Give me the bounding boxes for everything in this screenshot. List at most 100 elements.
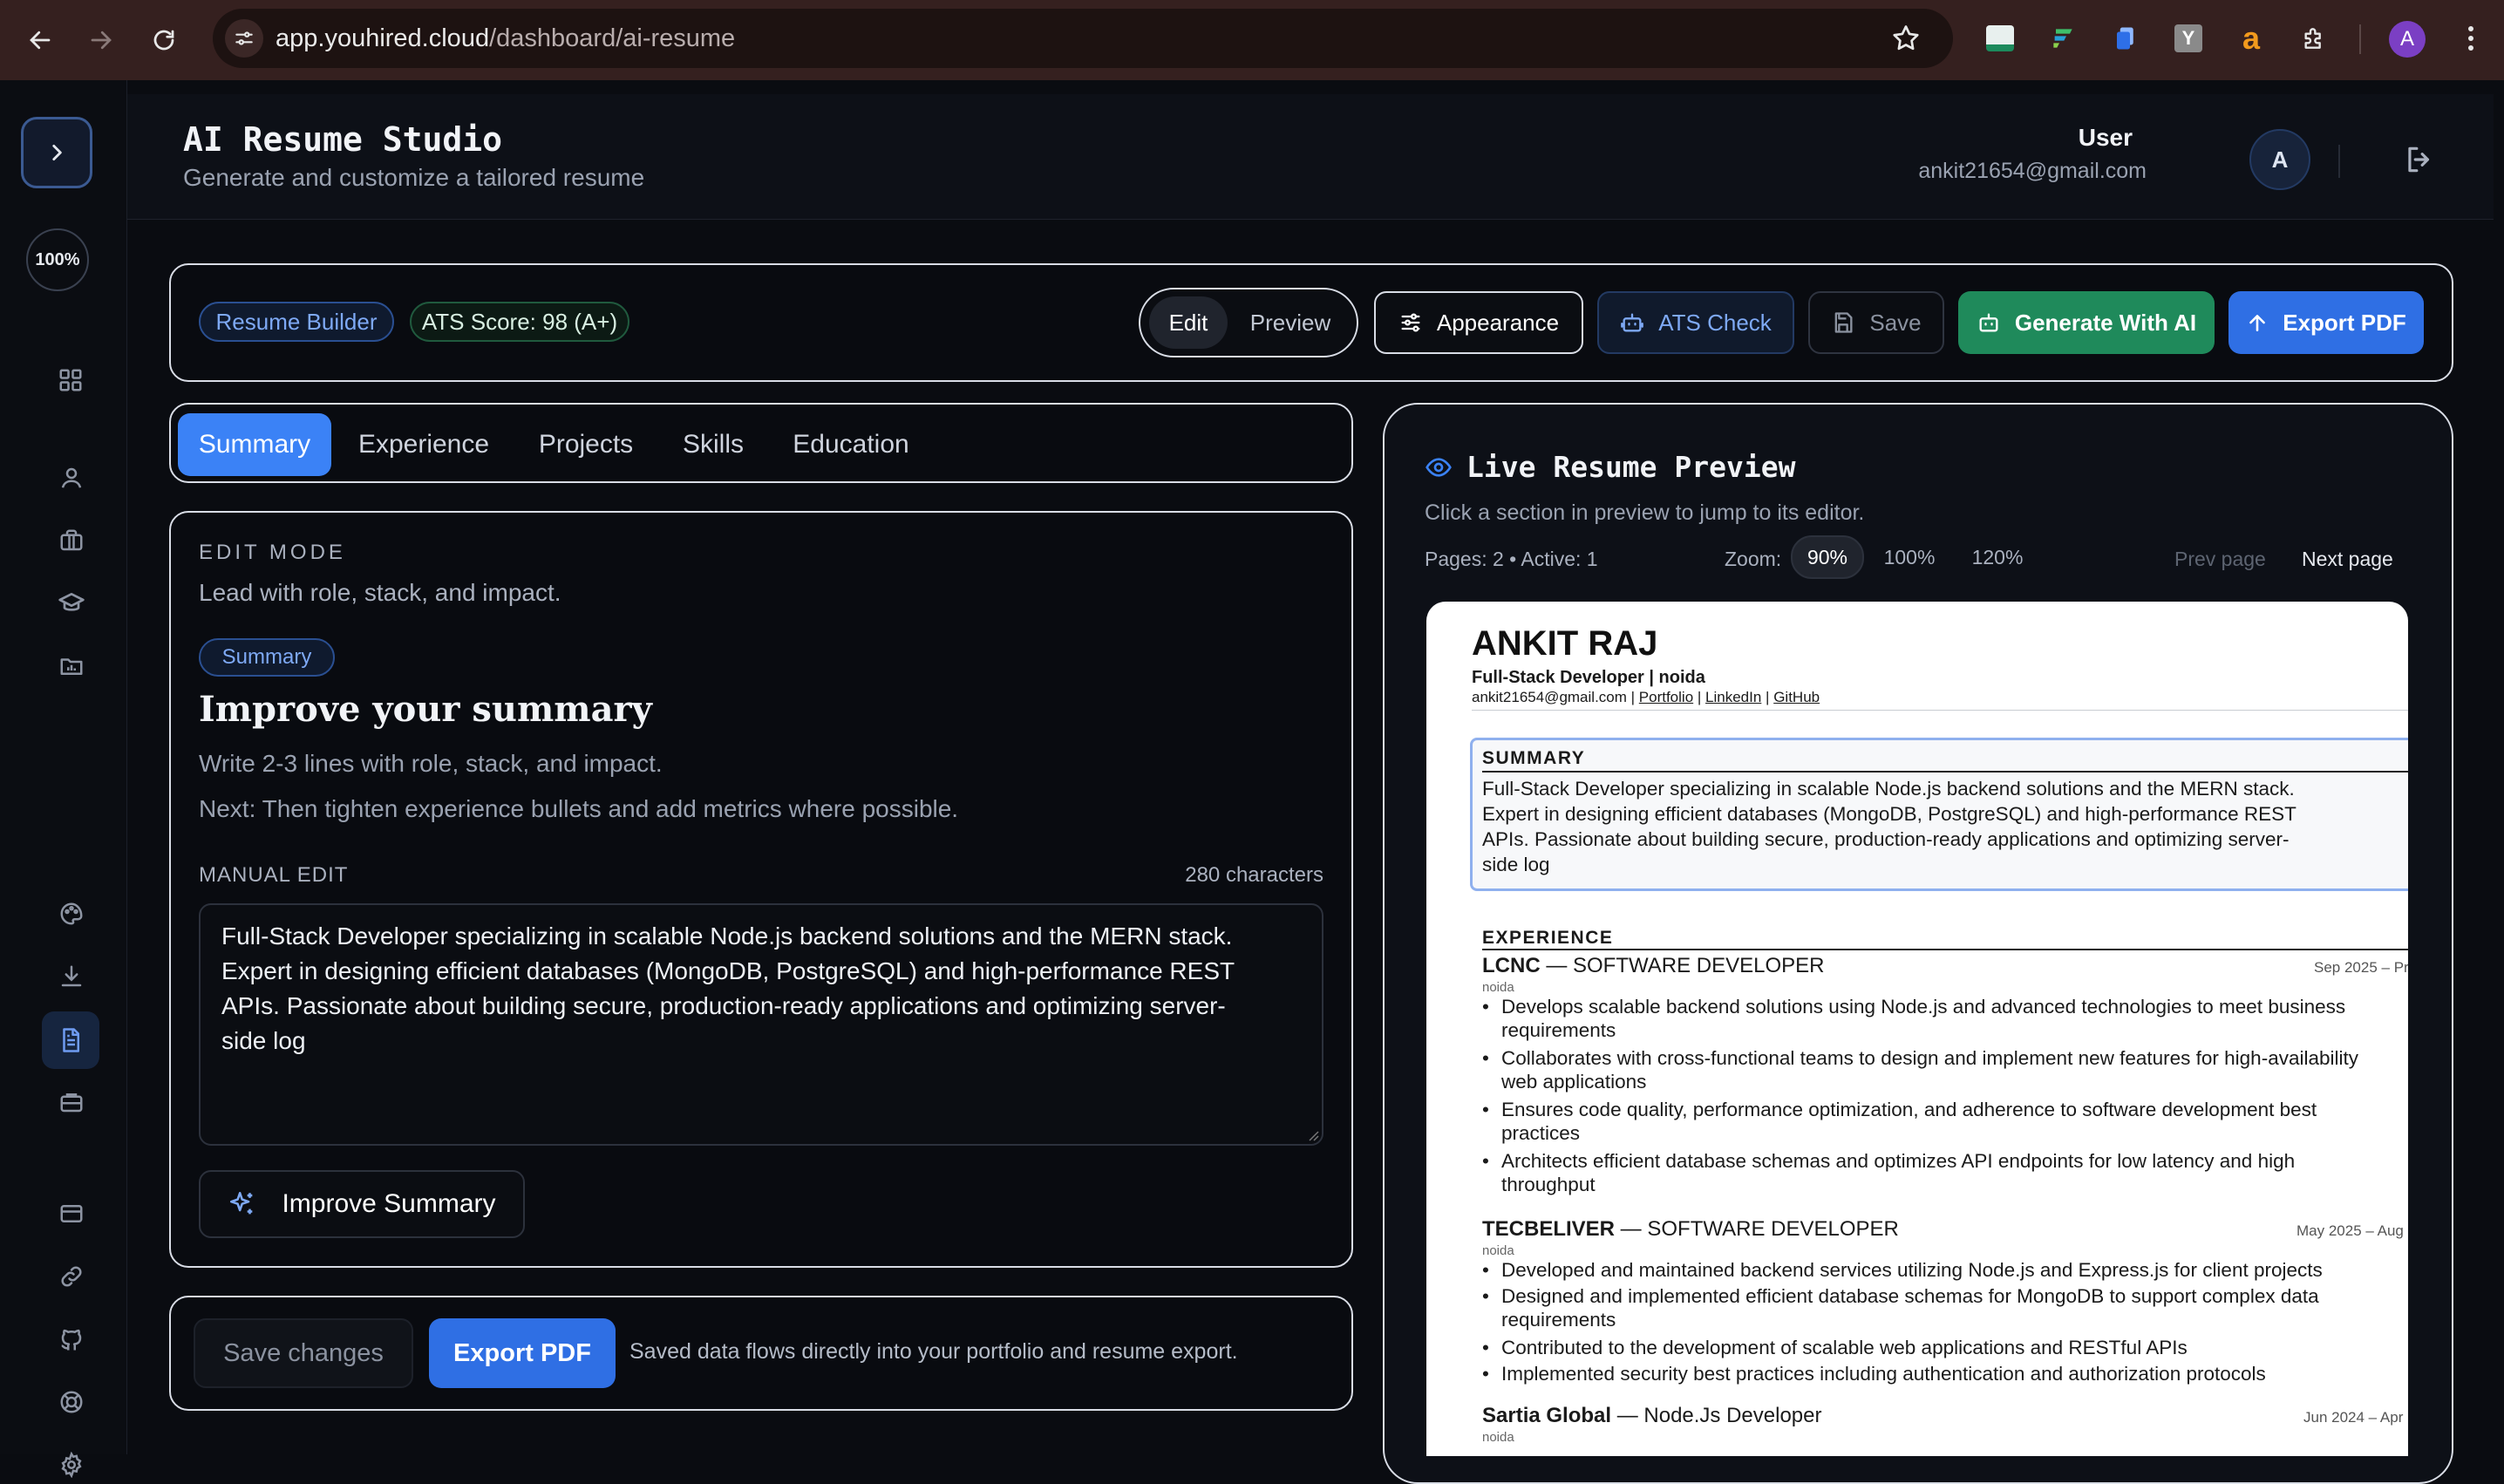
improve-summary-button[interactable]: Improve Summary: [199, 1170, 525, 1238]
resize-handle-icon[interactable]: [1306, 1128, 1320, 1142]
experience-rule: [1482, 949, 2408, 950]
formula-ext-icon[interactable]: [2045, 21, 2080, 56]
files-ext-icon[interactable]: [2108, 21, 2143, 56]
job-bullet-cont: practices: [1501, 1122, 1581, 1144]
resume-email: ankit21654@gmail.com: [1472, 689, 1627, 705]
user-name: User: [2078, 124, 2133, 151]
address-bar[interactable]: app.youhired.cloud/dashboard/ai-resume: [213, 9, 1953, 68]
ats-check-label: ATS Check: [1658, 309, 1772, 336]
dashboard-icon[interactable]: [51, 361, 90, 399]
document-icon[interactable]: [42, 1011, 99, 1069]
job-role: — Node.Js Developer: [1611, 1404, 1822, 1427]
card-icon[interactable]: [52, 1195, 91, 1233]
toolbar-divider: [2359, 24, 2361, 54]
zoom-option-100[interactable]: 100%: [1873, 535, 1946, 579]
tab-experience[interactable]: Experience: [345, 413, 502, 476]
footer-export-pdf-button[interactable]: Export PDF: [429, 1318, 616, 1388]
chevron-right-icon: [52, 145, 62, 160]
summary-rule: [1482, 771, 2408, 773]
summary-textarea[interactable]: Full-Stack Developer specializing in sca…: [199, 903, 1323, 1146]
job-date: May 2025 – Aug: [2296, 1222, 2404, 1239]
more-menu-icon[interactable]: [2453, 21, 2488, 56]
job-bullet-cont: requirements: [1501, 1019, 1616, 1041]
job-company: Sartia Global: [1482, 1404, 1612, 1427]
job-bullet-cont: requirements: [1501, 1309, 1616, 1331]
browser-toolbar: app.youhired.cloud/dashboard/ai-resume Y…: [0, 0, 2504, 80]
puzzle-icon[interactable]: [2296, 21, 2331, 56]
settings-icon[interactable]: [52, 1446, 91, 1484]
tab-projects[interactable]: Projects: [523, 413, 649, 476]
profile-avatar[interactable]: A: [2389, 21, 2426, 58]
briefcase-icon[interactable]: [52, 521, 91, 560]
job-bullet: Developed and maintained backend service…: [1482, 1257, 2323, 1283]
zoom-option-90[interactable]: 90%: [1791, 535, 1864, 579]
tab-summary[interactable]: Summary: [178, 413, 331, 476]
editor-heading: Improve your summary: [199, 689, 652, 730]
expand-sidebar-button[interactable]: [21, 117, 92, 188]
edit-mode-button[interactable]: Edit: [1149, 296, 1228, 349]
generate-with-ai-button[interactable]: Generate With AI: [1958, 291, 2215, 354]
ats-score-badge: ATS Score: 98 (A+): [410, 302, 629, 342]
summary-line: APIs. Passionate about building secure, …: [1482, 828, 2290, 850]
sliders-icon: [1401, 313, 1420, 332]
textarea-line: APIs. Passionate about building secure, …: [221, 992, 1226, 1019]
logout-icon[interactable]: [2403, 143, 2436, 176]
job-title-line[interactable]: LCNC — SOFTWARE DEVELOPER: [1482, 954, 1824, 978]
sparkles-icon: [230, 1191, 253, 1215]
tab-skills[interactable]: Skills: [668, 413, 759, 476]
reload-icon[interactable]: [146, 23, 181, 58]
user-icon[interactable]: [52, 459, 91, 497]
job-bullet: Architects efficient database schemas an…: [1482, 1148, 2295, 1174]
job-title-line[interactable]: Sartia Global — Node.Js Developer: [1482, 1404, 1822, 1428]
url-text: app.youhired.cloud/dashboard/ai-resume: [276, 24, 735, 53]
preview-mode-button[interactable]: Preview: [1238, 296, 1343, 349]
page-header: AI Resume Studio Generate and customize …: [127, 94, 2494, 220]
job-bullet-cont: throughput: [1501, 1174, 1596, 1195]
bookmark-star-icon[interactable]: [1890, 23, 1922, 54]
job-role: — SOFTWARE DEVELOPER: [1615, 1217, 1899, 1241]
github-icon[interactable]: [52, 1320, 91, 1358]
folder-icon[interactable]: [52, 647, 91, 685]
appearance-button[interactable]: Appearance: [1374, 291, 1583, 354]
avatar[interactable]: A: [2249, 129, 2310, 190]
job-company: TECBELIVER: [1482, 1217, 1616, 1241]
ats-check-button[interactable]: ATS Check: [1597, 291, 1794, 354]
back-arrow-icon[interactable]: [23, 23, 58, 58]
next-page-button[interactable]: Next page: [2302, 548, 2393, 571]
site-settings-icon[interactable]: [225, 19, 263, 58]
section-badge: Summary: [199, 638, 335, 677]
tab-education[interactable]: Education: [776, 413, 926, 476]
save-button[interactable]: Save: [1808, 291, 1944, 354]
prev-page-button[interactable]: Prev page: [2174, 548, 2266, 571]
tip-primary: Write 2-3 lines with role, stack, and im…: [199, 750, 663, 777]
save-label: Save: [1869, 309, 1922, 336]
header-divider: [2338, 145, 2340, 178]
toolbox-icon[interactable]: [52, 1083, 91, 1121]
job-location: noida: [1482, 980, 1514, 995]
page-count: Pages: 2 • Active: 1: [1425, 548, 1598, 570]
char-count: 280 characters: [1185, 863, 1323, 887]
job-title-line[interactable]: TECBELIVER — SOFTWARE DEVELOPER: [1482, 1217, 1899, 1242]
y-ext-icon[interactable]: Y: [2171, 21, 2206, 56]
mail-ext-icon[interactable]: [1983, 21, 2017, 56]
export-pdf-button[interactable]: Export PDF: [2228, 291, 2424, 354]
job-date: Sep 2025 – Pr: [2314, 959, 2408, 976]
resume-headline: Full-Stack Developer | noida: [1472, 668, 1705, 687]
portfolio-link[interactable]: Portfolio: [1639, 689, 1693, 705]
experience-heading: EXPERIENCE: [1482, 928, 1614, 948]
graduation-cap-icon[interactable]: [52, 584, 91, 623]
resume-contact: ankit21654@gmail.com | Portfolio | Linke…: [1472, 689, 1820, 705]
download-icon[interactable]: [52, 957, 91, 996]
github-link[interactable]: GitHub: [1773, 689, 1820, 705]
palette-icon[interactable]: [52, 895, 91, 933]
forward-arrow-icon[interactable]: [84, 23, 119, 58]
job-date: Jun 2024 – Apr: [2303, 1409, 2404, 1426]
edit-mode-hint: Lead with role, stack, and impact.: [199, 579, 561, 606]
save-changes-button[interactable]: Save changes: [194, 1318, 413, 1388]
amazon-ext-icon[interactable]: a: [2234, 21, 2269, 56]
linkedin-link[interactable]: LinkedIn: [1705, 689, 1761, 705]
link-icon[interactable]: [52, 1257, 91, 1296]
zoom-option-120[interactable]: 120%: [1958, 535, 2037, 579]
lifebuoy-icon[interactable]: [52, 1383, 91, 1421]
resume-name: ANKIT RAJ: [1472, 624, 1658, 663]
